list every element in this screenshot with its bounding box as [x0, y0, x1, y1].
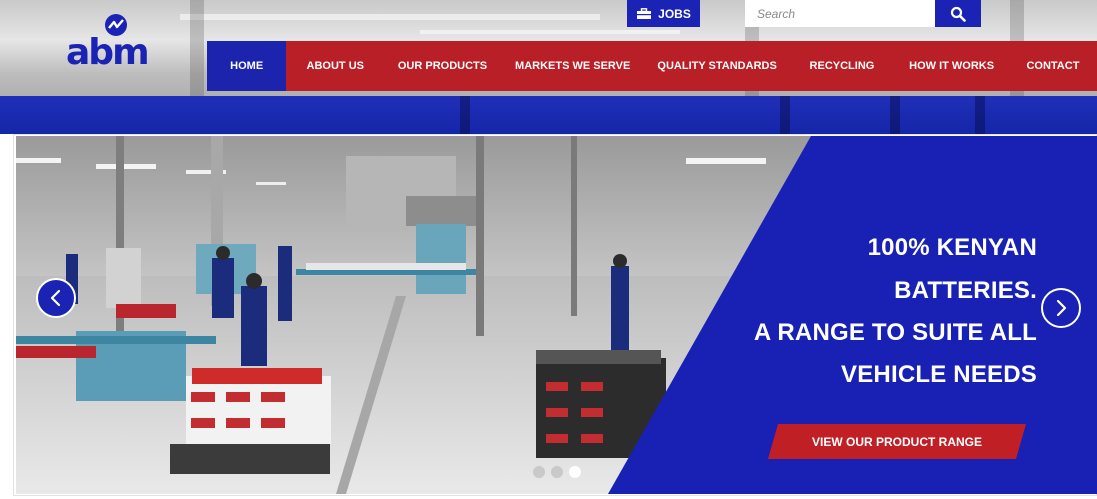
view-product-range-button[interactable]: VIEW OUR PRODUCT RANGE	[768, 424, 1026, 459]
header-bg-beam	[180, 14, 600, 20]
chevron-right-icon	[1056, 299, 1067, 317]
search-button[interactable]	[935, 0, 981, 27]
band-stripe	[975, 96, 985, 134]
main-nav: HOME ABOUT US OUR PRODUCTS MARKETS WE SE…	[207, 41, 1097, 91]
nav-item-our-products[interactable]: OUR PRODUCTS	[384, 41, 501, 91]
header-bg-beam	[420, 30, 680, 34]
nav-item-label: ABOUT US	[306, 60, 364, 72]
search-icon	[950, 6, 966, 22]
nav-item-label: HOW IT WORKS	[909, 60, 995, 72]
nav-item-label: QUALITY STANDARDS	[657, 60, 777, 72]
header-blue-band	[0, 96, 1097, 134]
svg-text:abm: abm	[66, 32, 148, 72]
nav-item-about-us[interactable]: ABOUT US	[286, 41, 384, 91]
band-stripe	[780, 96, 790, 134]
nav-item-label: CONTACT	[1026, 60, 1080, 72]
briefcase-icon	[637, 7, 652, 19]
nav-item-home[interactable]: HOME	[207, 41, 287, 91]
jobs-label: JOBS	[658, 6, 691, 21]
band-stripe	[890, 96, 900, 134]
nav-item-how-it-works[interactable]: HOW IT WORKS	[894, 41, 1009, 91]
nav-item-markets-we-serve[interactable]: MARKETS WE SERVE	[501, 41, 645, 91]
nav-item-recycling[interactable]: RECYCLING	[790, 41, 895, 91]
nav-item-label: OUR PRODUCTS	[397, 60, 488, 72]
slider-prev-button[interactable]	[36, 278, 76, 318]
headline-line-2: BATTERIES.	[894, 277, 1037, 304]
slider-dot[interactable]	[551, 466, 563, 478]
headline-line-3: A RANGE TO SUITE ALL	[753, 319, 1037, 346]
band-stripe	[460, 96, 470, 134]
nav-item-label: HOME	[230, 60, 264, 72]
jobs-button[interactable]: JOBS	[627, 0, 700, 27]
cta-label: VIEW OUR PRODUCT RANGE	[811, 434, 982, 449]
headline-line-1: 100% KENYAN	[867, 234, 1037, 261]
nav-item-quality-standards[interactable]: QUALITY STANDARDS	[645, 41, 790, 91]
header-bg-column	[190, 0, 204, 100]
chevron-left-icon	[50, 289, 61, 307]
search-input[interactable]	[745, 0, 935, 27]
slider-next-button[interactable]	[1041, 288, 1081, 328]
slider-dot-active[interactable]	[569, 466, 581, 478]
abm-logo[interactable]: abm	[66, 12, 158, 72]
hero-slide: 100% KENYAN BATTERIES. A RANGE TO SUITE …	[16, 136, 1097, 494]
nav-item-contact[interactable]: CONTACT	[1009, 41, 1097, 91]
site-header: abm JOBS HOME ABOUT US OUR PRODUCTS MARK…	[0, 0, 1097, 134]
headline-line-4: VEHICLE NEEDS	[841, 361, 1037, 388]
slider-dots	[533, 466, 581, 478]
nav-item-label: RECYCLING	[809, 60, 875, 72]
nav-item-label: MARKETS WE SERVE	[515, 60, 631, 72]
slider-dot[interactable]	[533, 466, 545, 478]
